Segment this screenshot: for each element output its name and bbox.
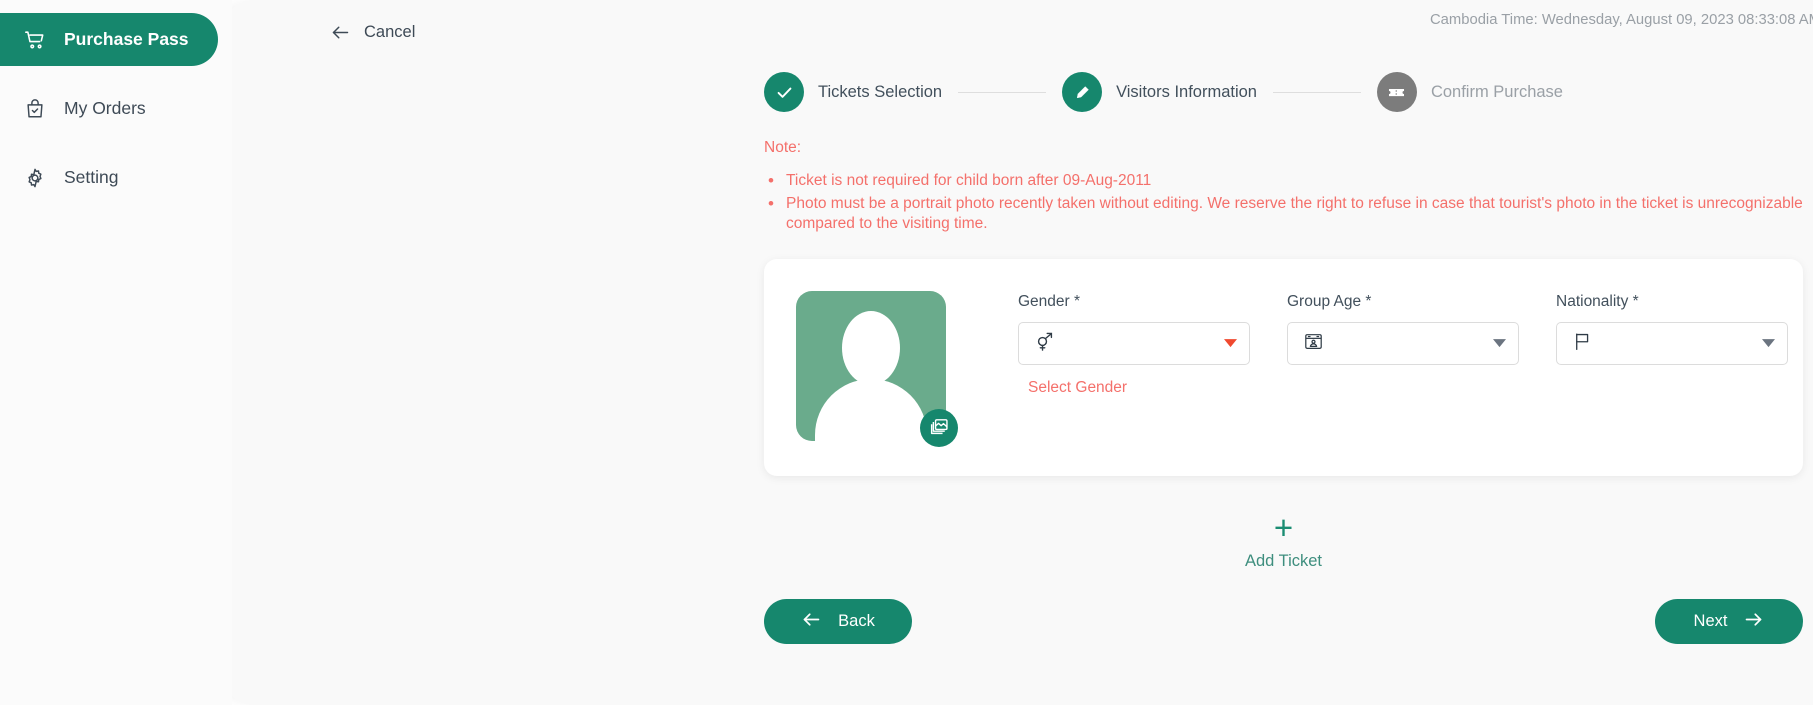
silhouette-body	[815, 379, 927, 442]
field-label: Gender *	[1018, 293, 1081, 311]
step-visitors-information[interactable]: Visitors Information	[1062, 72, 1257, 112]
field-nationality: Nationality *	[1556, 293, 1788, 397]
caret-down-icon	[1493, 335, 1506, 353]
gender-icon	[1034, 331, 1056, 357]
field-label: Group Age *	[1287, 293, 1372, 311]
back-button[interactable]: Back	[764, 599, 912, 645]
sidebar-item-purchase-pass[interactable]: Purchase Pass	[0, 13, 218, 66]
id-card-icon	[1303, 331, 1324, 356]
note-section: Note: Ticket is not required for child b…	[764, 139, 1813, 233]
pencil-icon	[1062, 72, 1103, 112]
step-label: Tickets Selection	[818, 82, 943, 101]
sidebar-item-label: My Orders	[64, 97, 146, 118]
step-tickets-selection[interactable]: Tickets Selection	[764, 72, 942, 112]
arrow-right-icon	[1743, 609, 1764, 635]
field-label: Nationality *	[1556, 293, 1639, 311]
plus-icon: +	[1273, 509, 1294, 547]
check-icon	[764, 72, 804, 112]
caret-down-icon	[1762, 335, 1775, 353]
upload-photo-button[interactable]	[920, 409, 958, 448]
gender-error-message: Select Gender	[1028, 379, 1128, 397]
visitor-photo[interactable]	[796, 291, 958, 448]
note-bullet: Ticket is not required for child born af…	[764, 170, 1804, 192]
add-ticket-label: Add Ticket	[1244, 552, 1323, 571]
gallery-icon	[929, 415, 950, 441]
step-connector	[958, 91, 1047, 93]
sidebar-item-label: Setting	[64, 166, 119, 187]
step-connector	[1272, 91, 1361, 93]
sidebar-item-label: Purchase Pass	[64, 28, 189, 49]
step-label: Visitors Information	[1116, 82, 1257, 101]
step-confirm-purchase[interactable]: Confirm Purchase	[1376, 72, 1563, 112]
nationality-select[interactable]	[1556, 322, 1788, 366]
add-ticket-button[interactable]: + Add Ticket	[764, 511, 1803, 571]
main-content: Cancel Cambodia Time: Wednesday, August …	[226, 0, 1813, 705]
field-gender: Gender * Select Gender	[1018, 293, 1250, 397]
caret-down-icon	[1224, 335, 1237, 353]
cancel-label: Cancel	[364, 23, 416, 41]
cancel-button[interactable]: Cancel	[330, 22, 415, 43]
wizard-footer: Back Next	[764, 599, 1803, 645]
progress-stepper: Tickets Selection Visitors Information C…	[226, 72, 1813, 112]
back-label: Back	[838, 612, 875, 631]
sidebar: Purchase Pass My Orders Setting	[0, 0, 232, 705]
field-group-age: Group Age *	[1287, 293, 1519, 397]
sidebar-item-my-orders[interactable]: My Orders	[0, 82, 218, 135]
next-button[interactable]: Next	[1655, 599, 1803, 645]
topbar: Cancel Cambodia Time: Wednesday, August …	[226, 0, 1813, 56]
bag-check-icon	[24, 98, 46, 120]
arrow-left-icon	[801, 609, 822, 635]
silhouette-head	[842, 311, 900, 386]
cart-icon	[24, 29, 46, 51]
note-title: Note:	[764, 139, 802, 156]
sidebar-item-setting[interactable]: Setting	[0, 151, 218, 204]
arrow-left-icon	[330, 22, 351, 43]
gear-icon	[24, 167, 46, 189]
gender-select[interactable]	[1018, 322, 1250, 366]
ticket-icon	[1376, 72, 1417, 112]
step-label: Confirm Purchase	[1430, 82, 1563, 101]
group-age-select[interactable]	[1287, 322, 1519, 366]
next-label: Next	[1693, 612, 1728, 631]
flag-icon	[1572, 331, 1593, 356]
app-root: Purchase Pass My Orders Setting Cancel C…	[0, 0, 1813, 705]
visitor-fields: Gender * Select Gender Group Age * Natio…	[946, 291, 1788, 397]
visitor-ticket-card: Gender * Select Gender Group Age * Natio…	[764, 259, 1803, 477]
note-list: Ticket is not required for child born af…	[764, 170, 1813, 233]
cambodia-time-label: Cambodia Time: Wednesday, August 09, 202…	[1430, 12, 1813, 28]
note-bullet: Photo must be a portrait photo recently …	[764, 193, 1804, 233]
